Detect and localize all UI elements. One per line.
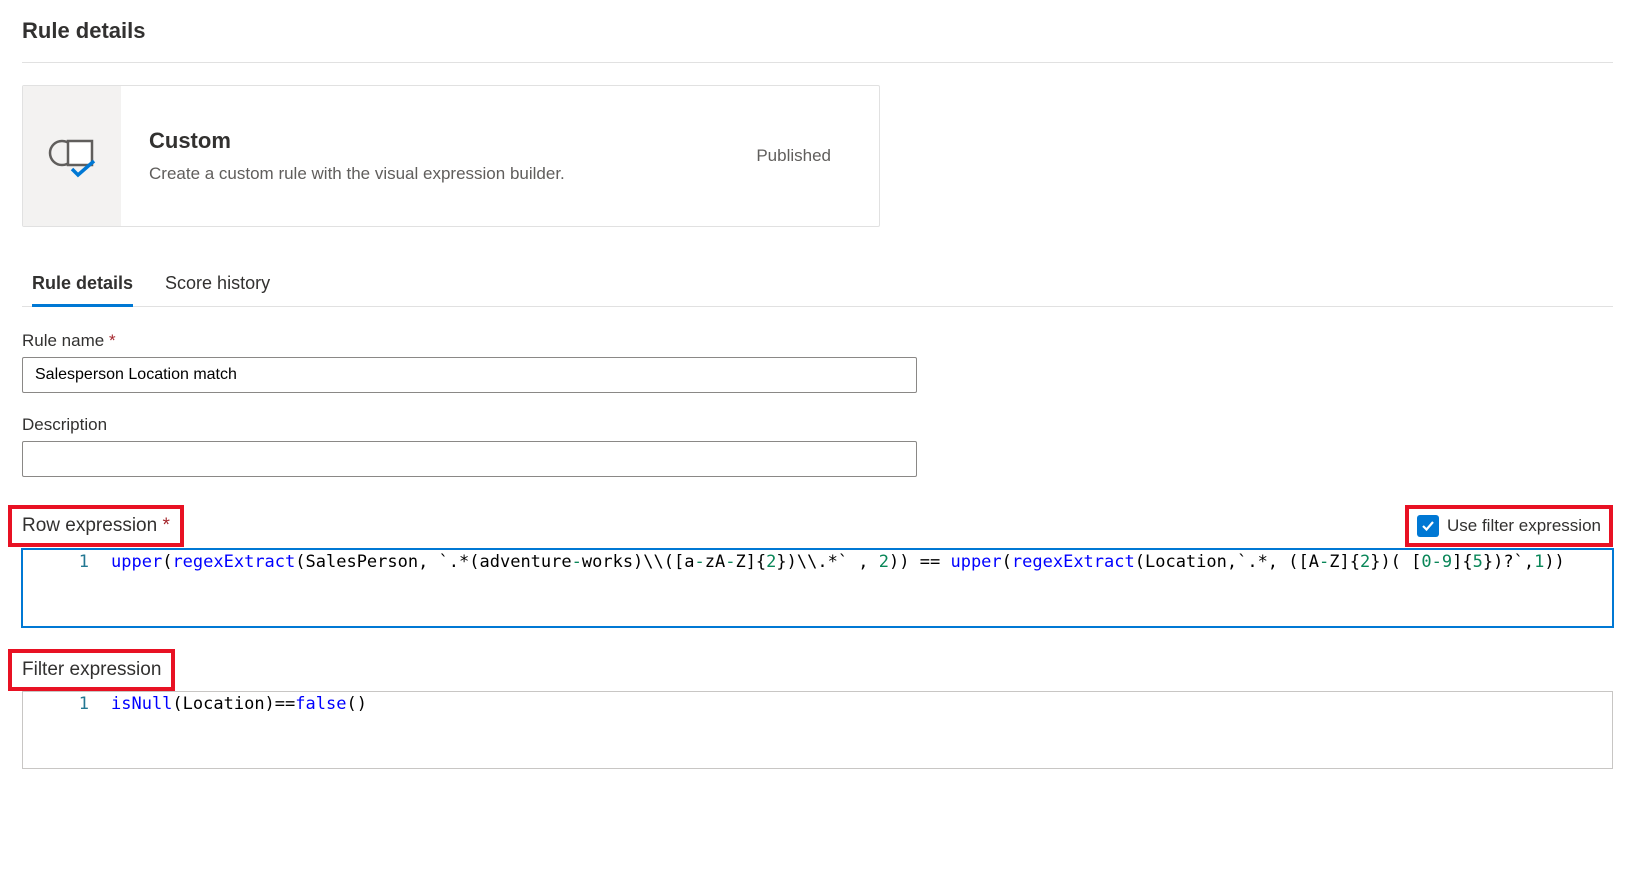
card-title: Custom	[149, 128, 565, 154]
rule-name-label: Rule name *	[22, 331, 1613, 351]
filter-expression-label: Filter expression	[8, 649, 175, 691]
filter-expression-code[interactable]: isNull(Location)==false()	[111, 692, 1612, 714]
description-input[interactable]	[22, 441, 917, 477]
use-filter-expression-checkbox[interactable]: Use filter expression	[1405, 505, 1613, 547]
rule-name-input[interactable]	[22, 357, 917, 393]
card-description: Create a custom rule with the visual exp…	[149, 164, 565, 184]
rule-type-card: Custom Create a custom rule with the vis…	[22, 85, 880, 227]
description-label: Description	[22, 415, 1613, 435]
page-title: Rule details	[22, 18, 1613, 44]
check-icon	[1417, 515, 1439, 537]
divider	[22, 62, 1613, 63]
tab-rule-details[interactable]: Rule details	[32, 267, 133, 307]
row-expression-code[interactable]: upper(regexExtract(SalesPerson, `.*(adve…	[111, 550, 1612, 572]
use-filter-expression-label: Use filter expression	[1447, 516, 1601, 536]
status-badge: Published	[756, 146, 851, 166]
custom-rule-icon	[23, 86, 121, 226]
tab-bar: Rule details Score history	[22, 267, 1613, 307]
tab-score-history[interactable]: Score history	[165, 267, 270, 307]
filter-expression-editor[interactable]: 1 isNull(Location)==false()	[22, 691, 1613, 769]
line-number: 1	[23, 692, 111, 714]
row-expression-label: Row expression *	[8, 505, 184, 547]
row-expression-editor[interactable]: 1 upper(regexExtract(SalesPerson, `.*(ad…	[22, 549, 1613, 627]
line-number: 1	[23, 550, 111, 572]
